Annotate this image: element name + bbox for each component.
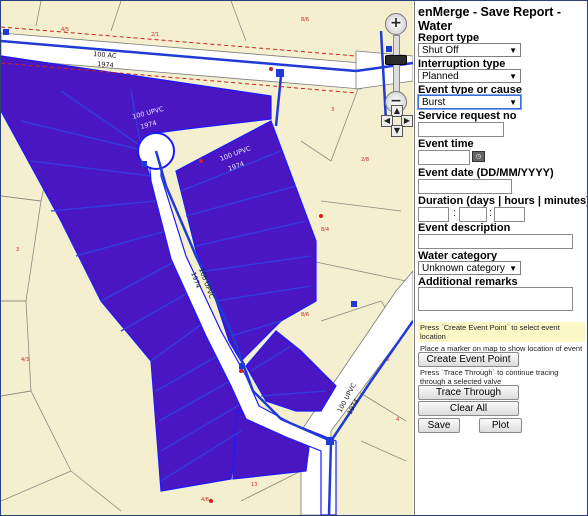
event-time-input[interactable] — [418, 150, 470, 165]
svg-text:2/8: 2/8 — [361, 157, 369, 163]
svg-text:8/4: 8/4 — [321, 227, 329, 233]
clear-all-button[interactable]: Clear All — [418, 401, 519, 416]
event-date-label: Event date (DD/MM/YYYY) — [418, 167, 554, 179]
service-request-input[interactable] — [418, 122, 504, 137]
svg-text:4/3: 4/3 — [21, 357, 29, 363]
map-view[interactable]: 3/34/52/1 8/632/8 8/48/66 4134/6 6/834/3 — [1, 1, 413, 515]
clock-icon[interactable]: ◷ — [472, 151, 485, 162]
event-time-label: Event time — [418, 138, 474, 150]
event-type-select[interactable]: Burst ▼ — [418, 95, 521, 109]
trace-note: Press `Trace Through` to continue tracin… — [418, 367, 585, 387]
duration-separator: : — [489, 207, 493, 219]
duration-hours-input[interactable] — [459, 207, 487, 222]
duration-label: Duration (days | hours | minutes) — [418, 195, 588, 207]
report-type-select[interactable]: Shut Off ▼ — [418, 43, 521, 57]
svg-text:13: 13 — [251, 482, 257, 488]
create-event-note: Press `Create Event Point` to select eve… — [418, 322, 585, 342]
zoom-slider-track[interactable] — [393, 35, 400, 97]
interruption-type-select[interactable]: Planned ▼ — [418, 69, 521, 83]
pan-control: ▲ ◀ ▶ ▼ — [381, 105, 413, 137]
duration-minutes-input[interactable] — [494, 207, 525, 222]
trace-through-button[interactable]: Trace Through — [418, 385, 519, 400]
interruption-type-value: Planned — [422, 71, 459, 82]
duration-separator: : — [453, 207, 457, 219]
event-description-input[interactable] — [418, 234, 573, 249]
water-category-select[interactable]: Unknown category ▼ — [418, 261, 521, 275]
water-category-value: Unknown category — [422, 263, 505, 274]
event-description-label: Event description — [418, 222, 511, 234]
svg-text:8/6: 8/6 — [301, 17, 309, 23]
pipe-label-top-main-year: 1974 — [97, 60, 114, 69]
create-event-point-button[interactable]: Create Event Point — [418, 352, 519, 367]
chevron-down-icon: ▼ — [509, 264, 517, 273]
svg-text:3: 3 — [16, 247, 19, 253]
report-panel: enMerge - Save Report - Water Report typ… — [414, 1, 588, 515]
svg-text:2/1: 2/1 — [151, 32, 159, 38]
chevron-down-icon: ▼ — [509, 72, 517, 81]
service-request-label: Service request no — [418, 110, 517, 122]
chevron-down-icon: ▼ — [509, 98, 517, 107]
plot-button[interactable]: Plot — [479, 418, 522, 433]
svg-text:4: 4 — [396, 417, 399, 423]
pan-down-icon[interactable]: ▼ — [391, 125, 403, 137]
panel-title: enMerge - Save Report - Water — [418, 5, 562, 33]
save-button[interactable]: Save — [418, 418, 460, 433]
event-type-value: Burst — [422, 97, 446, 108]
chevron-down-icon: ▼ — [509, 46, 517, 55]
map-canvas[interactable]: 3/34/52/1 8/632/8 8/48/66 4134/6 6/834/3 — [1, 1, 413, 515]
svg-text:4/6: 4/6 — [201, 497, 209, 503]
zoom-slider-handle[interactable] — [385, 55, 407, 65]
event-date-input[interactable] — [418, 179, 512, 194]
additional-remarks-textarea[interactable] — [418, 287, 573, 311]
report-type-value: Shut Off — [422, 45, 459, 56]
svg-text:8/6: 8/6 — [301, 312, 309, 318]
svg-text:3: 3 — [331, 107, 334, 113]
zoom-in-button[interactable]: + — [385, 13, 407, 35]
app-window: 3/34/52/1 8/632/8 8/48/66 4134/6 6/834/3 — [0, 0, 588, 516]
duration-days-input[interactable] — [418, 207, 449, 222]
